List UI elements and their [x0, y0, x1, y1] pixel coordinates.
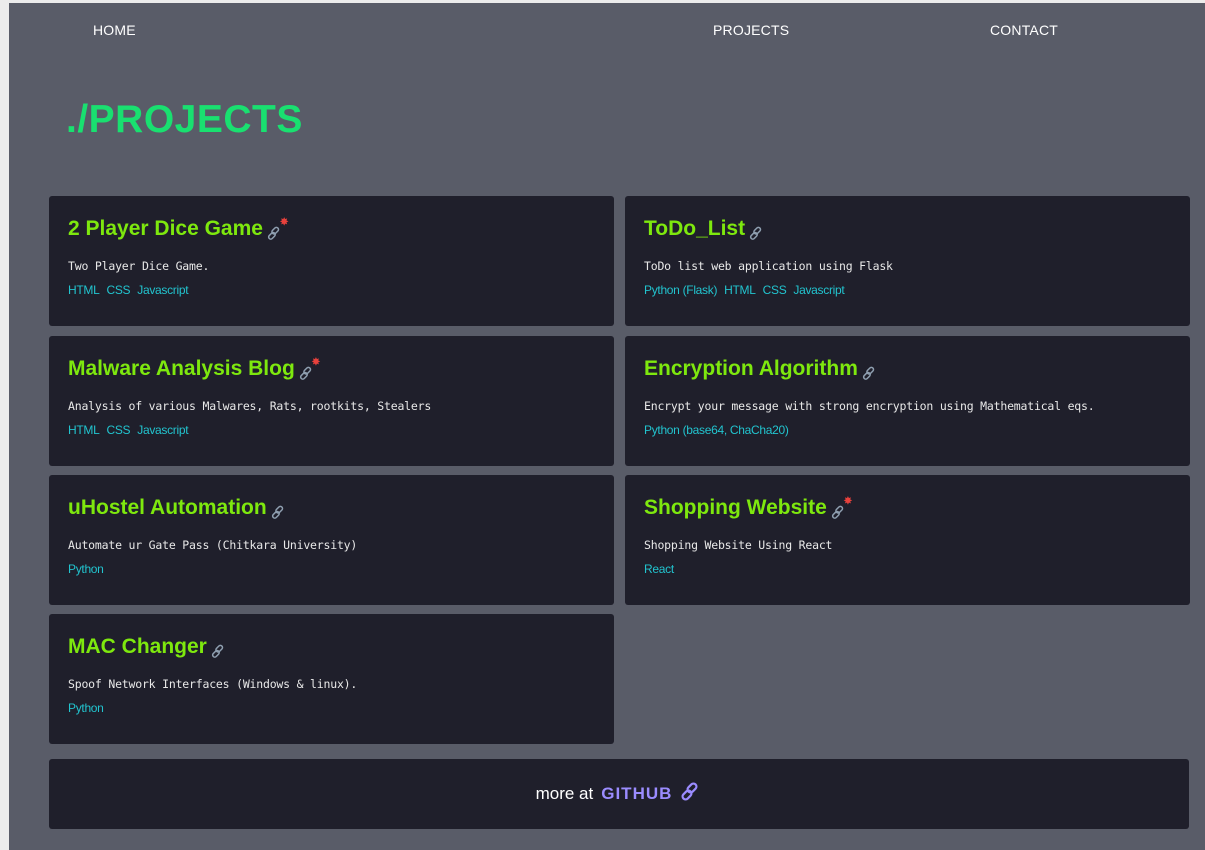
tech-tag: Javascript [793, 283, 845, 297]
project-card: Encryption Algorithm Encrypt your message… [625, 336, 1190, 466]
tech-tag: Python [68, 701, 104, 715]
tech-tag: Python [68, 562, 104, 576]
project-description: Two Player Dice Game. [68, 259, 210, 273]
project-title-text[interactable]: Shopping Website [644, 495, 827, 521]
project-title-text[interactable]: Malware Analysis Blog [68, 356, 295, 382]
project-title: Shopping Website ✸ [644, 495, 1190, 527]
project-title: ToDo_List [644, 216, 1190, 248]
tech-tag: HTML [724, 283, 756, 297]
star-icon: ✸ [843, 496, 853, 507]
page-title: ./PROJECTS [66, 98, 303, 141]
project-title: Malware Analysis Blog ✸ [68, 356, 614, 388]
tech-tag: CSS [106, 283, 131, 297]
project-description: ToDo list web application using Flask [644, 259, 893, 273]
project-title-text[interactable]: uHostel Automation [68, 495, 267, 521]
project-tags: Python (Flask) HTML CSS Javascript [644, 283, 1190, 297]
project-description: Automate ur Gate Pass (Chitkara Universi… [68, 538, 358, 552]
github-footer: more at GITHUB [49, 759, 1189, 829]
project-card: Shopping Website ✸ Shopping Website Using … [625, 475, 1190, 605]
project-title: Encryption Algorithm [644, 356, 1190, 388]
project-tags: HTML CSS Javascript [68, 283, 614, 297]
project-tags: HTML CSS Javascript [68, 423, 614, 437]
project-title: 2 Player Dice Game ✸ [68, 216, 614, 248]
project-description: Spoof Network Interfaces (Windows & linu… [68, 677, 358, 691]
tech-tag: CSS [106, 423, 131, 437]
github-link[interactable]: GITHUB [601, 784, 672, 804]
more-at-text: more at [535, 784, 594, 803]
project-description: Encrypt your message with strong encrypt… [644, 399, 1095, 413]
project-card: uHostel Automation Automate ur Gate Pass … [49, 475, 614, 605]
project-description: Shopping Website Using React [644, 538, 833, 552]
tech-tag: CSS [762, 283, 787, 297]
tech-tag: HTML [68, 423, 100, 437]
project-description: Analysis of various Malwares, Rats, root… [68, 399, 432, 413]
nav-home-link[interactable]: HOME [93, 22, 136, 38]
link-icon[interactable] [211, 640, 226, 666]
tech-tag: Javascript [137, 283, 189, 297]
tech-tag: HTML [68, 283, 100, 297]
nav-projects-link[interactable]: PROJECTS [713, 22, 789, 38]
project-card: Malware Analysis Blog ✸ Analysis of variou… [49, 336, 614, 466]
project-tags: Python [68, 562, 614, 576]
link-icon[interactable] [680, 781, 702, 808]
tech-tag: React [644, 562, 674, 576]
project-title-text[interactable]: MAC Changer [68, 634, 207, 660]
star-icon: ✸ [279, 217, 289, 228]
project-tags: Python (base64, ChaCha20) [644, 423, 1190, 437]
project-card: 2 Player Dice Game ✸ Two Player Dice Game.… [49, 196, 614, 326]
tech-tag: Javascript [137, 423, 189, 437]
project-card: MAC Changer Spoof Network Interfaces (Win… [49, 614, 614, 744]
link-icon[interactable] [749, 222, 764, 248]
star-icon: ✸ [311, 357, 321, 368]
project-title: MAC Changer [68, 634, 614, 666]
project-title-text[interactable]: Encryption Algorithm [644, 356, 858, 382]
link-icon[interactable] [271, 501, 286, 527]
project-card: ToDo_List ToDo list web application using… [625, 196, 1190, 326]
project-title-text[interactable]: ToDo_List [644, 216, 745, 242]
project-title: uHostel Automation [68, 495, 614, 527]
tech-tag: Python (Flask) [644, 283, 718, 297]
project-tags: Python [68, 701, 614, 715]
project-title-text[interactable]: 2 Player Dice Game [68, 216, 263, 242]
link-icon[interactable] [862, 362, 877, 388]
window-edge-left [0, 0, 9, 850]
tech-tag: Python (base64, ChaCha20) [644, 423, 789, 437]
window-edge-top [0, 0, 1205, 3]
project-tags: React [644, 562, 1190, 576]
nav-contact-link[interactable]: CONTACT [990, 22, 1058, 38]
